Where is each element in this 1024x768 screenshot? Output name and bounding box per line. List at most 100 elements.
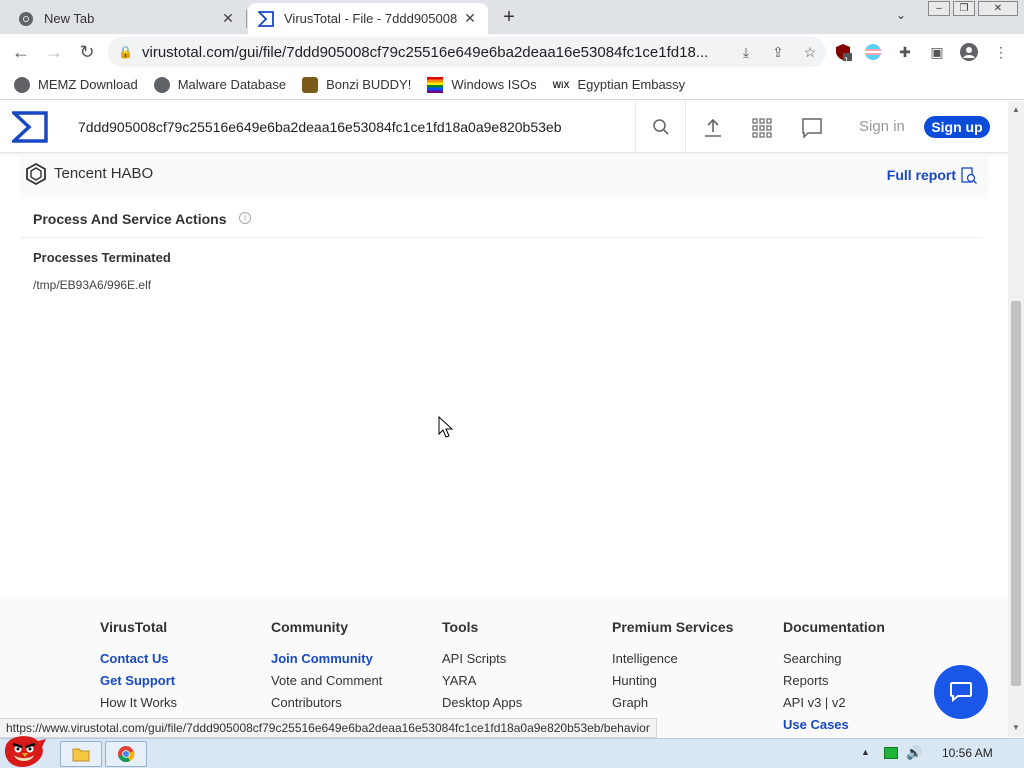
battery-icon[interactable] (884, 747, 898, 759)
close-icon[interactable]: ✕ (462, 10, 478, 27)
page-content: 7ddd905008cf79c25516e649e6ba2deaa16e5308… (0, 101, 1008, 737)
footer-link-desktop-apps[interactable]: Desktop Apps (442, 692, 522, 714)
footer-link-intelligence[interactable]: Intelligence (612, 648, 733, 670)
side-panel-icon[interactable]: ▣ (928, 43, 946, 61)
page-scrollbar[interactable]: ▲ ▼ (1008, 101, 1024, 737)
footer-link-use-cases[interactable]: Use Cases (783, 714, 885, 736)
share-icon[interactable]: ⇪ (762, 44, 794, 61)
virustotal-icon (256, 10, 274, 27)
bookmark-label: Egyptian Embassy (577, 77, 686, 92)
tab-separator (246, 10, 247, 28)
tab-title: VirusTotal - File - 7ddd905008 (284, 11, 458, 26)
report-icon[interactable] (960, 167, 978, 185)
footer-link-yara[interactable]: YARA (442, 670, 522, 692)
url-text[interactable]: virustotal.com/gui/file/7ddd905008cf79c2… (142, 44, 730, 61)
footer-link-join-community[interactable]: Join Community (271, 648, 382, 670)
close-icon[interactable]: ✕ (220, 10, 236, 27)
chat-bubble-icon (950, 682, 972, 703)
taskbar-chrome-button[interactable] (105, 741, 147, 767)
full-report-link[interactable]: Full report (887, 167, 956, 183)
taskbar-clock[interactable]: 10:56 AM (942, 746, 993, 760)
info-icon[interactable]: i (239, 212, 251, 224)
volume-icon[interactable]: 🔊 (906, 745, 922, 761)
puzzle-icon[interactable]: ✚ (896, 43, 914, 61)
taskbar: ▲ 🔊 10:56 AM (0, 736, 1024, 768)
tab-new-tab[interactable]: New Tab ✕ (8, 3, 246, 34)
rainbow-flag-icon (427, 76, 444, 93)
footer-link-api-versions[interactable]: API v3 | v2 (783, 692, 885, 714)
lock-icon: 🔒 (118, 45, 133, 59)
chevron-down-icon[interactable]: ⌄ (896, 8, 906, 22)
sign-in-link[interactable]: Sign in (859, 118, 905, 135)
footer-link-get-support[interactable]: Get Support (100, 670, 177, 692)
globe-icon (14, 76, 30, 93)
footer-link-graph[interactable]: Graph (612, 692, 733, 714)
star-icon[interactable]: ☆ (794, 44, 826, 61)
status-bar-url: https://www.virustotal.com/gui/file/7ddd… (0, 718, 657, 738)
search-input[interactable]: 7ddd905008cf79c25516e649e6ba2deaa16e5308… (62, 101, 636, 153)
tab-title: New Tab (44, 11, 95, 26)
tab-virustotal[interactable]: VirusTotal - File - 7ddd905008 ✕ (248, 3, 488, 34)
mouse-cursor-icon (438, 415, 454, 440)
reload-icon[interactable]: ↻ (76, 41, 98, 63)
footer-link-hunting[interactable]: Hunting (612, 670, 733, 692)
footer-heading: VirusTotal (100, 619, 168, 635)
minimize-button[interactable]: – (928, 1, 950, 16)
footer-column-virustotal: VirusTotal Contact Us Get Support How It… (100, 619, 177, 714)
restore-button[interactable]: ❐ (953, 1, 975, 16)
footer-heading: Documentation (783, 619, 885, 635)
chat-icon[interactable] (801, 117, 823, 139)
bookmark-bonzi-buddy[interactable]: Bonzi BUDDY! (302, 76, 411, 93)
footer-link-contact-us[interactable]: Contact Us (100, 648, 177, 670)
wix-icon: WiX (552, 79, 570, 90)
footer-link-vote-and-comment[interactable]: Vote and Comment (271, 670, 382, 692)
install-icon[interactable]: ⤓ (730, 44, 762, 61)
chrome-icon (118, 746, 135, 763)
forward-arrow-icon[interactable]: → (43, 41, 65, 63)
bookmark-windows-isos[interactable]: Windows ISOs (427, 76, 537, 93)
tray-expand-icon[interactable]: ▲ (861, 747, 870, 757)
footer: VirusTotal Contact Us Get Support How It… (0, 599, 1008, 737)
footer-link-api-scripts[interactable]: API Scripts (442, 648, 522, 670)
footer-link-contributors[interactable]: Contributors (271, 692, 382, 714)
bookmark-egyptian-embassy[interactable]: WiX Egyptian Embassy (553, 77, 686, 92)
kebab-menu-icon[interactable]: ⋮ (992, 43, 1010, 61)
chat-widget-button[interactable] (934, 665, 988, 719)
subsection-title: Processes Terminated (33, 250, 171, 265)
virustotal-logo[interactable] (9, 111, 48, 143)
upload-icon[interactable] (702, 117, 724, 139)
globe-icon (153, 76, 170, 93)
bookmark-malware-database[interactable]: Malware Database (153, 76, 286, 93)
close-window-button[interactable]: ✕ (978, 1, 1018, 16)
new-tab-button[interactable]: + (498, 6, 520, 29)
trans-flag-extension-icon[interactable] (864, 43, 882, 61)
footer-heading: Community (271, 619, 348, 635)
ublock-extension-icon[interactable]: 1 (834, 43, 852, 65)
sign-up-button[interactable]: Sign up (924, 116, 990, 138)
bookmark-memz[interactable]: MEMZ Download (14, 76, 138, 93)
bonzi-icon (302, 76, 319, 93)
footer-column-documentation: Documentation Searching Reports API v3 |… (783, 619, 885, 736)
search-icon[interactable] (636, 101, 686, 153)
scroll-down-arrow-icon[interactable]: ▼ (1012, 723, 1020, 732)
divider (20, 237, 982, 238)
section-title: Process And Service Actions (33, 211, 227, 227)
taskbar-file-explorer-button[interactable] (60, 741, 102, 767)
apps-grid-icon[interactable] (751, 117, 773, 139)
start-button[interactable] (0, 731, 50, 768)
bookmarks-bar: MEMZ Download Malware Database Bonzi BUD… (0, 70, 1024, 100)
scroll-up-arrow-icon[interactable]: ▲ (1012, 105, 1020, 114)
folder-icon (72, 748, 90, 762)
footer-link-how-it-works[interactable]: How It Works (100, 692, 177, 714)
footer-link-reports[interactable]: Reports (783, 670, 885, 692)
vt-header: 7ddd905008cf79c25516e649e6ba2deaa16e5308… (0, 101, 1008, 153)
scrollbar-thumb[interactable] (1011, 301, 1021, 686)
address-bar[interactable]: 🔒 virustotal.com/gui/file/7ddd905008cf79… (108, 37, 826, 67)
back-arrow-icon[interactable]: ← (10, 41, 32, 63)
profile-avatar-icon[interactable] (960, 43, 978, 61)
sandbox-row: Tencent HABO Full report (20, 155, 988, 199)
chrome-icon (18, 11, 34, 27)
footer-heading: Premium Services (612, 619, 734, 635)
footer-column-community: Community Join Community Vote and Commen… (271, 619, 382, 714)
footer-link-searching[interactable]: Searching (783, 648, 885, 670)
